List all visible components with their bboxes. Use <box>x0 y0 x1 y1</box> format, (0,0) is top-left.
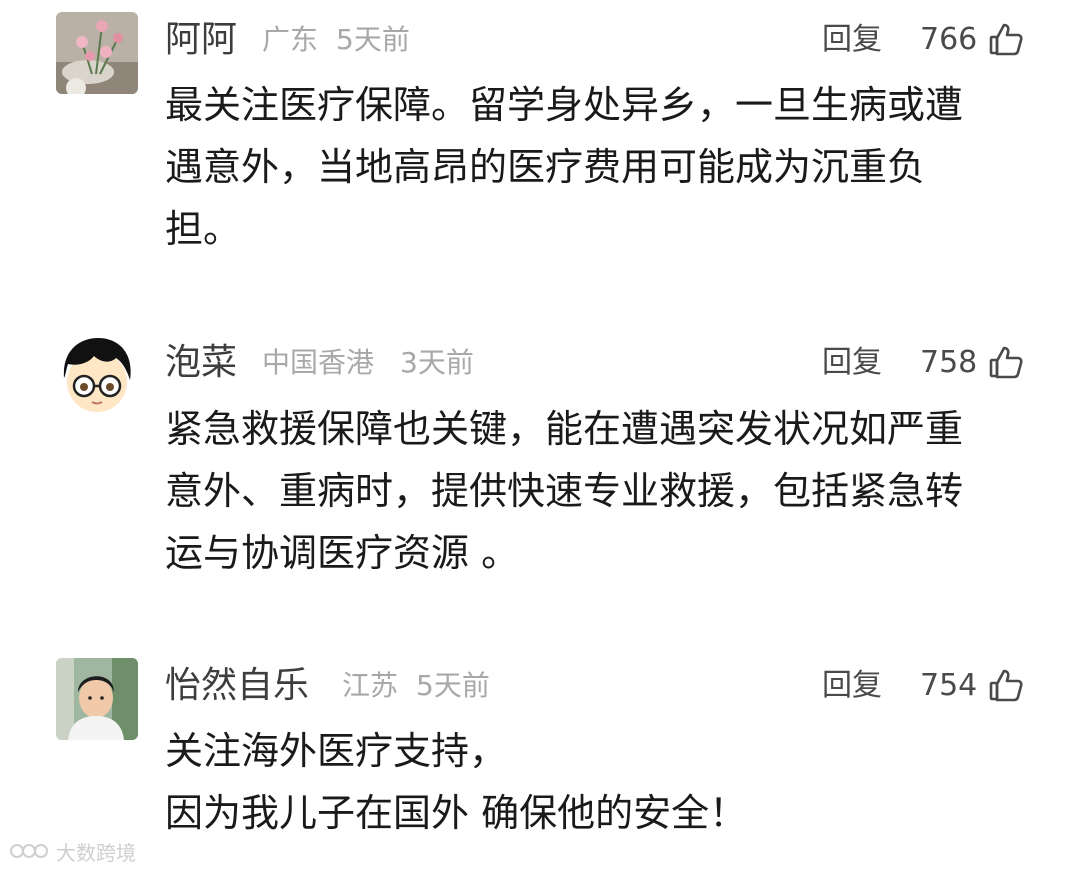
watermark-text: 大数跨境 <box>56 840 136 865</box>
comment-text: 紧急救援保障也关键，能在遭遇突发状况如严重 意外、重病时，提供快速专业救援，包括… <box>165 398 1025 584</box>
reply-button[interactable]: 回复 <box>822 18 882 62</box>
comment-text-line: 关注海外医疗支持， <box>165 729 508 773</box>
comment-text-line: 因为我儿子在国外 确保他的安全！ <box>165 791 748 835</box>
comment-username[interactable]: 阿阿 <box>165 18 237 62</box>
thumbs-up-icon[interactable] <box>988 667 1024 703</box>
thumbs-up-icon[interactable] <box>988 21 1024 57</box>
comment-location: 中国香港 <box>262 346 375 379</box>
comment-location: 广东 <box>262 23 319 56</box>
brand-logo-icon <box>10 844 48 858</box>
comment-text-line: 意外、重病时，提供快速专业救援，包括紧急转 <box>165 469 964 513</box>
comment-location: 江苏 <box>342 669 399 702</box>
like-count: 766 <box>920 22 978 57</box>
reply-button[interactable]: 回复 <box>822 341 882 385</box>
avatar[interactable] <box>56 334 138 416</box>
comment-text-line: 紧急救援保障也关键，能在遭遇突发状况如严重 <box>165 407 964 451</box>
thumbs-up-icon[interactable] <box>988 344 1024 380</box>
comment-username[interactable]: 泡菜 <box>165 341 237 385</box>
avatar-photo-person-image <box>56 658 138 740</box>
avatar[interactable] <box>56 658 138 740</box>
like-count: 754 <box>920 668 978 703</box>
avatar[interactable] <box>56 12 138 94</box>
watermark: 大数跨境 <box>8 836 136 866</box>
avatar-cartoon-boy-image <box>56 334 138 416</box>
comment-text: 关注海外医疗支持， 因为我儿子在国外 确保他的安全！ <box>165 720 1025 844</box>
comment-text-line: 担。 <box>165 207 242 251</box>
comment-time: 5天前 <box>336 23 410 56</box>
comment-text: 最关注医疗保障。留学身处异乡，一旦生病或遭 遇意外，当地高昂的医疗费用可能成为沉… <box>165 74 1025 260</box>
comment-text-line: 遇意外，当地高昂的医疗费用可能成为沉重负 <box>165 145 926 189</box>
like-count: 758 <box>920 345 978 380</box>
comment-username[interactable]: 怡然自乐 <box>165 664 309 708</box>
reply-button[interactable]: 回复 <box>822 664 882 708</box>
comment-text-line: 最关注医疗保障。留学身处异乡，一旦生病或遭 <box>165 83 964 127</box>
avatar-flowers-image <box>56 12 138 94</box>
comment-text-line: 运与协调医疗资源 。 <box>165 531 520 575</box>
comment-time: 3天前 <box>400 346 474 379</box>
comment-time: 5天前 <box>416 669 490 702</box>
